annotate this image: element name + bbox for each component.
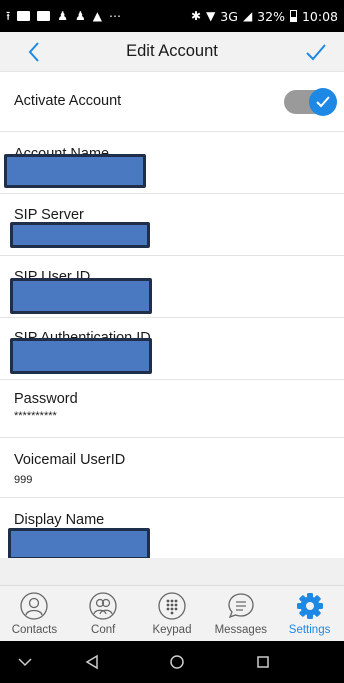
wifi-icon: ▼ <box>206 9 216 23</box>
person-icon <box>20 592 49 620</box>
app-notification-icon <box>17 11 31 21</box>
tab-messages[interactable]: Messages <box>208 590 274 636</box>
voicemail-label: Voicemail UserID <box>14 452 126 468</box>
app-header: Edit Account <box>0 32 344 72</box>
triangle-back-icon <box>85 654 98 670</box>
password-label: Password <box>14 391 78 407</box>
voicemail-row[interactable]: Voicemail UserID 999 <box>0 438 344 498</box>
person-notification-icon-2: ♟ <box>74 9 86 23</box>
group-icon <box>89 592 117 620</box>
tab-keypad[interactable]: Keypad <box>139 590 205 636</box>
display-name-row[interactable]: Display Name <box>0 498 344 560</box>
network-type: 3G <box>220 8 238 24</box>
toggle-knob <box>309 88 337 116</box>
sip-server-redacted <box>10 222 150 248</box>
photo-notification-icon <box>37 11 51 21</box>
sip-auth-id-redacted <box>10 338 152 374</box>
tab-label: Messages <box>214 624 267 636</box>
password-row[interactable]: Password ********** <box>0 380 344 438</box>
display-name-label: Display Name <box>14 512 105 528</box>
square-recents-icon <box>257 656 269 668</box>
nav-recents-button[interactable] <box>252 651 274 673</box>
keypad-icon <box>158 592 186 620</box>
activate-account-toggle[interactable] <box>284 88 337 116</box>
chat-icon <box>228 593 254 619</box>
content-spacer <box>0 558 344 585</box>
chevron-left-icon <box>28 42 39 62</box>
activate-account-row: Activate Account <box>0 72 344 132</box>
account-name-row[interactable]: Account Name <box>0 132 344 194</box>
circle-home-icon <box>170 655 184 669</box>
activate-account-label: Activate Account <box>14 93 122 109</box>
tab-conf[interactable]: Conf <box>70 590 136 636</box>
sip-server-row[interactable]: SIP Server <box>0 194 344 256</box>
save-button[interactable] <box>302 38 330 66</box>
warning-icon: ▲ <box>92 9 102 23</box>
clock: 10:08 <box>301 8 338 24</box>
tab-settings[interactable]: Settings <box>277 590 343 636</box>
sip-auth-id-row[interactable]: SIP Authentication ID <box>0 318 344 380</box>
more-notifications-icon: ⋯ <box>108 9 121 23</box>
gear-icon <box>296 593 323 619</box>
bluetooth-icon: ✱ <box>191 9 202 23</box>
sip-user-id-row[interactable]: SIP User ID <box>0 256 344 318</box>
person-notification-icon: ♟ <box>57 9 68 23</box>
account-name-redacted <box>4 154 146 188</box>
signal-icon: ◢ <box>242 9 253 23</box>
tab-contacts[interactable]: Contacts <box>1 590 67 636</box>
tab-label: Keypad <box>152 624 192 636</box>
system-nav-bar <box>0 641 344 683</box>
upload-icon: ⭱ <box>6 9 11 23</box>
status-bar: ⭱ ♟ ♟ ▲ ⋯ ✱ ▼ 3G ◢ 32% 10:08 <box>0 0 344 32</box>
bottom-tab-bar: Contacts Conf Keypad Messages Settings <box>0 585 344 641</box>
back-button[interactable] <box>20 38 48 66</box>
battery-icon <box>289 10 297 22</box>
tab-label: Settings <box>288 624 331 636</box>
sip-server-label: SIP Server <box>14 207 84 223</box>
voicemail-value: 999 <box>14 474 33 486</box>
check-icon <box>316 96 330 108</box>
battery-percent: 32% <box>257 8 285 24</box>
chevron-down-icon <box>18 658 32 667</box>
nav-back-button[interactable] <box>81 651 103 673</box>
password-value: ********** <box>14 410 57 422</box>
hide-keyboard-button[interactable] <box>14 651 36 673</box>
nav-home-button[interactable] <box>166 651 188 673</box>
tab-label: Conf <box>91 624 116 636</box>
check-icon <box>306 44 326 61</box>
tab-label: Contacts <box>11 624 58 636</box>
sip-user-id-redacted <box>10 278 152 314</box>
page-title: Edit Account <box>126 42 218 60</box>
display-name-redacted <box>8 528 150 560</box>
